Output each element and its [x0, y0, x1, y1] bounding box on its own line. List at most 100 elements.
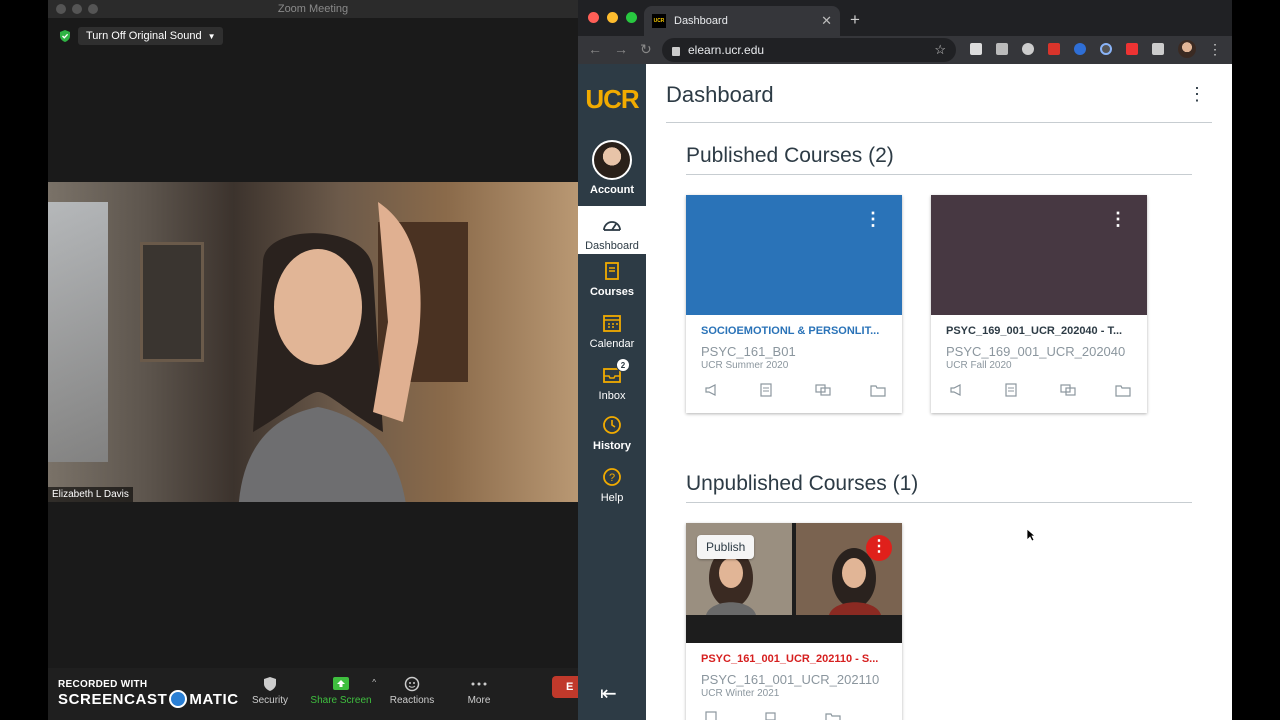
browser-tab-dashboard[interactable]: UCR Dashboard ✕: [644, 6, 840, 36]
course-card-code: PSYC_161_001_UCR_202110: [701, 672, 880, 687]
discussions-icon[interactable]: [815, 383, 831, 397]
extensions-puzzle-icon[interactable]: [1152, 43, 1164, 55]
extension-dropbox-icon[interactable]: [996, 43, 1008, 55]
window-controls[interactable]: [588, 12, 637, 23]
card-options-icon[interactable]: ⋮: [866, 535, 892, 561]
nav-calendar[interactable]: Calendar: [578, 312, 646, 350]
more-control[interactable]: More: [444, 676, 514, 706]
participant-figure: [239, 202, 421, 502]
announcements-icon[interactable]: [704, 383, 720, 397]
discussions-icon[interactable]: [1060, 383, 1076, 397]
share-screen-control[interactable]: Share Screen ^: [306, 676, 376, 706]
nav-account[interactable]: Account: [578, 140, 646, 196]
nav-history[interactable]: History: [578, 414, 646, 452]
files-folder-icon[interactable]: [870, 383, 886, 397]
participant-name: Elizabeth L Davis: [48, 487, 133, 502]
extension-blue-icon[interactable]: [1074, 43, 1086, 55]
ucr-logo[interactable]: UCR: [578, 84, 646, 115]
nav-help-label: Help: [600, 492, 624, 504]
announcements-icon[interactable]: [949, 383, 965, 397]
shield-icon: [264, 677, 276, 691]
zoom-window: Zoom Meeting Turn Off Original Sound ▼ E…: [48, 0, 582, 720]
nav-dashboard[interactable]: Dashboard: [578, 206, 646, 254]
canvas-global-nav: UCR Account Dashboard Courses Calendar 2…: [578, 64, 646, 720]
publish-button[interactable]: Publish: [697, 535, 755, 559]
book-icon: [605, 262, 619, 280]
clock-icon: [603, 416, 621, 434]
close-window-icon[interactable]: [588, 12, 599, 23]
caret-down-icon[interactable]: ▼: [208, 32, 216, 41]
nav-inbox[interactable]: 2 Inbox: [578, 358, 646, 402]
watermark-brand-left: SCREENCAST: [58, 690, 168, 708]
course-card-term: UCR Fall 2020: [946, 360, 1012, 371]
extension-document-icon[interactable]: [970, 43, 982, 55]
extension-circle-icon[interactable]: [1022, 43, 1034, 55]
course-card-actions: [704, 711, 886, 720]
nav-dashboard-label: Dashboard: [585, 240, 639, 252]
discussions-icon[interactable]: [765, 711, 781, 720]
lock-icon: [672, 46, 680, 56]
zoom-window-title: Zoom Meeting: [277, 3, 349, 15]
original-sound-button[interactable]: Turn Off Original Sound ▼: [78, 27, 224, 45]
zoom-toolbar: Security Share Screen ^ Reactions More E…: [48, 668, 582, 720]
screencast-watermark: RECORDED WITH SCREENCAST MATIC: [58, 679, 239, 708]
course-card-code: PSYC_169_001_UCR_202040: [946, 344, 1126, 359]
back-icon[interactable]: ←: [588, 41, 602, 57]
reactions-control[interactable]: Reactions: [377, 676, 447, 706]
zoom-titlebar: Zoom Meeting: [48, 0, 578, 18]
ucr-favicon-icon: UCR: [652, 14, 666, 28]
files-folder-icon[interactable]: [825, 711, 841, 720]
bookmark-star-icon[interactable]: ☆: [934, 42, 946, 58]
course-card-title[interactable]: PSYC_169_001_UCR_202040 - T...: [946, 325, 1136, 337]
files-folder-icon[interactable]: [1115, 383, 1131, 397]
course-card-term: UCR Winter 2021: [701, 688, 780, 699]
forward-icon[interactable]: →: [614, 41, 628, 57]
collapse-nav-icon[interactable]: ⇤: [600, 681, 617, 706]
course-card-actions: [704, 383, 886, 397]
close-tab-icon[interactable]: ✕: [821, 13, 832, 29]
dashboard-main: Dashboard ⋮ Published Courses (2) ⋮ SOCI…: [646, 64, 1232, 720]
inbox-unread-badge: 2: [616, 358, 630, 372]
calendar-icon: [603, 315, 621, 332]
watermark-brand-right: MATIC: [189, 690, 239, 708]
nav-inbox-label: Inbox: [598, 390, 626, 402]
more-label: More: [467, 695, 491, 706]
card-options-icon[interactable]: ⋮: [1109, 209, 1127, 230]
more-dots-icon: [471, 682, 487, 686]
reload-icon[interactable]: ↻: [640, 41, 652, 58]
video-window-background: [48, 202, 108, 462]
course-card-title[interactable]: SOCIOEMOTIONL & PERSONLIT...: [701, 325, 891, 337]
extension-ring-icon[interactable]: [1100, 43, 1112, 55]
nav-help[interactable]: ? Help: [578, 466, 646, 504]
assignments-icon[interactable]: [1004, 383, 1020, 397]
nav-history-label: History: [593, 440, 631, 452]
nav-courses[interactable]: Courses: [578, 260, 646, 298]
caret-up-icon[interactable]: ^: [372, 678, 376, 687]
reactions-label: Reactions: [389, 695, 435, 706]
nav-account-label: Account: [590, 184, 634, 196]
assignments-icon[interactable]: [759, 383, 775, 397]
course-card[interactable]: Publish ⋮ PSYC_161_001_UCR_202110 - S...…: [686, 523, 902, 720]
profile-avatar-icon[interactable]: [1178, 40, 1196, 58]
extension-tp-icon[interactable]: [1126, 43, 1138, 55]
published-courses-heading: Published Courses (2): [686, 144, 894, 167]
security-control[interactable]: Security: [235, 676, 305, 706]
title-divider: [666, 122, 1212, 123]
card-options-icon[interactable]: ⋮: [864, 209, 882, 230]
nav-courses-label: Courses: [589, 286, 635, 298]
course-card[interactable]: ⋮ PSYC_169_001_UCR_202040 - T... PSYC_16…: [931, 195, 1147, 413]
maximize-window-icon[interactable]: [626, 12, 637, 23]
minimize-window-icon[interactable]: [607, 12, 618, 23]
help-question-icon: ?: [603, 468, 621, 486]
course-card-actions: [949, 383, 1131, 397]
course-card[interactable]: ⋮ SOCIOEMOTIONL & PERSONLIT... PSYC_161_…: [686, 195, 902, 413]
new-tab-icon[interactable]: +: [850, 10, 860, 30]
assignments-icon[interactable]: [704, 711, 720, 720]
course-card-title[interactable]: PSYC_161_001_UCR_202110 - S...: [701, 653, 891, 665]
address-bar[interactable]: elearn.ucr.edu ☆: [662, 38, 956, 62]
browser-menu-icon[interactable]: ⋮: [1208, 41, 1222, 58]
course-card-term: UCR Summer 2020: [701, 360, 789, 371]
watermark-recorded-with: RECORDED WITH: [58, 679, 148, 690]
extension-red-icon[interactable]: [1048, 43, 1060, 55]
dashboard-options-icon[interactable]: ⋮: [1188, 84, 1206, 105]
